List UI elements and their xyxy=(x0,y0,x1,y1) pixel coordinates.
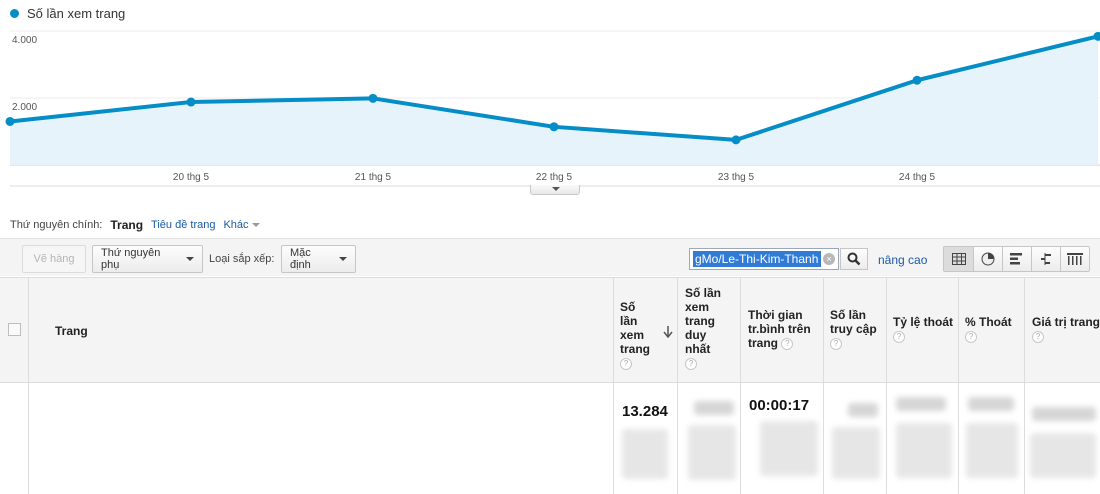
column-header-entrances-label: Số lần truy cập xyxy=(830,308,877,336)
column-header-avg-time[interactable]: Thời gian tr.bình trên trang ? xyxy=(748,308,818,350)
redacted-value xyxy=(832,427,880,479)
data-point[interactable] xyxy=(186,97,196,107)
column-header-exit-rate[interactable]: % Thoát ? xyxy=(965,315,1017,343)
data-point[interactable] xyxy=(5,116,15,126)
redacted-value xyxy=(622,429,668,479)
column-header-page[interactable]: Trang xyxy=(55,324,88,338)
help-icon[interactable]: ? xyxy=(781,337,794,350)
redacted-value xyxy=(896,423,952,478)
x-tick-label: 23 thg 5 xyxy=(718,172,755,183)
redacted-value xyxy=(896,397,946,411)
x-tick-label: 21 thg 5 xyxy=(355,172,392,183)
redacted-value xyxy=(1032,407,1096,421)
total-pageviews: 13.284 xyxy=(622,403,668,420)
data-point[interactable] xyxy=(368,93,378,103)
search-button[interactable] xyxy=(840,248,868,270)
sort-type-value: Mặc định xyxy=(290,247,311,271)
x-tick-label: 20 thg 5 xyxy=(173,172,210,183)
advanced-filter-link[interactable]: nâng cao xyxy=(878,253,927,267)
dimension-option-page[interactable]: Trang xyxy=(110,218,143,232)
table-view-icon[interactable] xyxy=(944,247,973,271)
dimension-option-other-label: Khác xyxy=(223,219,249,231)
column-header-page-value-label: Giá trị trang xyxy=(1032,315,1100,329)
performance-view-icon[interactable] xyxy=(1002,247,1031,271)
series-area xyxy=(10,36,1098,165)
column-header-unique-pageviews-label: Số lần xem trang duy nhất xyxy=(685,286,722,356)
primary-dimension-bar: Thứ nguyên chính: Trang Tiêu đề trang Kh… xyxy=(10,218,260,232)
data-point[interactable] xyxy=(549,122,559,132)
column-header-exit-rate-label: % Thoát xyxy=(965,315,1012,329)
plot-rows-label: Vẽ hàng xyxy=(33,253,75,265)
y-tick-label: 4.000 xyxy=(12,35,37,46)
help-icon[interactable]: ? xyxy=(1032,330,1044,343)
comparison-view-icon[interactable] xyxy=(1031,247,1060,271)
chevron-down-icon xyxy=(552,187,560,191)
help-icon[interactable]: ? xyxy=(620,357,632,370)
search-icon xyxy=(847,252,861,266)
clear-icon[interactable]: × xyxy=(823,253,835,265)
table-toolbar: Vẽ hàng Thứ nguyên phụ Loại sắp xếp: Mặc… xyxy=(0,238,1100,276)
column-header-bounce-rate-label: Tỷ lệ thoát xyxy=(893,315,954,329)
column-header-bounce-rate[interactable]: Tỷ lệ thoát ? xyxy=(893,315,953,343)
table-filter-input[interactable]: gMo/Le-Thi-Kim-Thanh × xyxy=(689,248,839,270)
column-header-unique-pageviews[interactable]: Số lần xem trang duy nhất ? xyxy=(685,286,725,370)
column-header-pageviews-label: Số lần xem trang xyxy=(620,300,650,356)
caret-down-icon xyxy=(186,257,194,261)
help-icon[interactable]: ? xyxy=(893,330,905,343)
redacted-value xyxy=(688,425,736,480)
caret-down-icon xyxy=(251,223,260,228)
primary-dimension-label: Thứ nguyên chính: xyxy=(10,219,103,231)
view-switcher xyxy=(943,246,1090,272)
redacted-value xyxy=(848,403,878,417)
help-icon[interactable]: ? xyxy=(685,357,697,370)
help-icon[interactable]: ? xyxy=(830,337,842,350)
pageviews-chart[interactable]: 4.000 2.000 20 thg 5 21 thg 5 22 thg 5 23 t… xyxy=(0,0,1100,200)
dimension-option-other[interactable]: Khác xyxy=(223,219,260,231)
redacted-value xyxy=(1030,433,1096,478)
plot-rows-button[interactable]: Vẽ hàng xyxy=(22,245,86,273)
data-point[interactable] xyxy=(912,75,922,85)
chart-collapse-handle[interactable] xyxy=(530,185,580,195)
y-tick-label: 2.000 xyxy=(12,102,37,113)
select-all-checkbox[interactable] xyxy=(8,323,21,336)
table-header: Trang Số lần xem trang ? Số lần xem tran… xyxy=(0,277,1100,383)
sort-descending-icon xyxy=(663,326,673,338)
secondary-dimension-dropdown[interactable]: Thứ nguyên phụ xyxy=(92,245,203,273)
sort-type-label: Loại sắp xếp: xyxy=(209,253,275,265)
column-header-page-value[interactable]: Giá trị trang ? xyxy=(1032,315,1100,343)
redacted-value xyxy=(968,397,1014,411)
filter-value: gMo/Le-Thi-Kim-Thanh xyxy=(693,251,821,267)
redacted-value xyxy=(966,423,1018,478)
sort-type-dropdown[interactable]: Mặc định xyxy=(281,245,356,273)
column-header-avg-time-label: Thời gian tr.bình trên trang xyxy=(748,308,811,350)
dimension-option-page-title[interactable]: Tiêu đề trang xyxy=(151,219,215,231)
pie-view-icon[interactable] xyxy=(973,247,1002,271)
x-tick-label: 24 thg 5 xyxy=(899,172,936,183)
help-icon[interactable]: ? xyxy=(965,330,977,343)
column-header-entrances[interactable]: Số lần truy cập ? xyxy=(830,308,880,350)
redacted-value xyxy=(760,421,818,476)
pivot-view-icon[interactable] xyxy=(1060,247,1089,271)
x-tick-label: 22 thg 5 xyxy=(536,172,573,183)
total-avg-time: 00:00:17 xyxy=(749,397,810,414)
data-point[interactable] xyxy=(731,135,741,145)
table-totals-row: 13.284 00:00:17 xyxy=(0,383,1100,494)
column-header-pageviews[interactable]: Số lần xem trang ? xyxy=(620,300,654,370)
redacted-value xyxy=(694,401,734,415)
secondary-dimension-label: Thứ nguyên phụ xyxy=(101,247,161,271)
caret-down-icon xyxy=(339,257,347,261)
